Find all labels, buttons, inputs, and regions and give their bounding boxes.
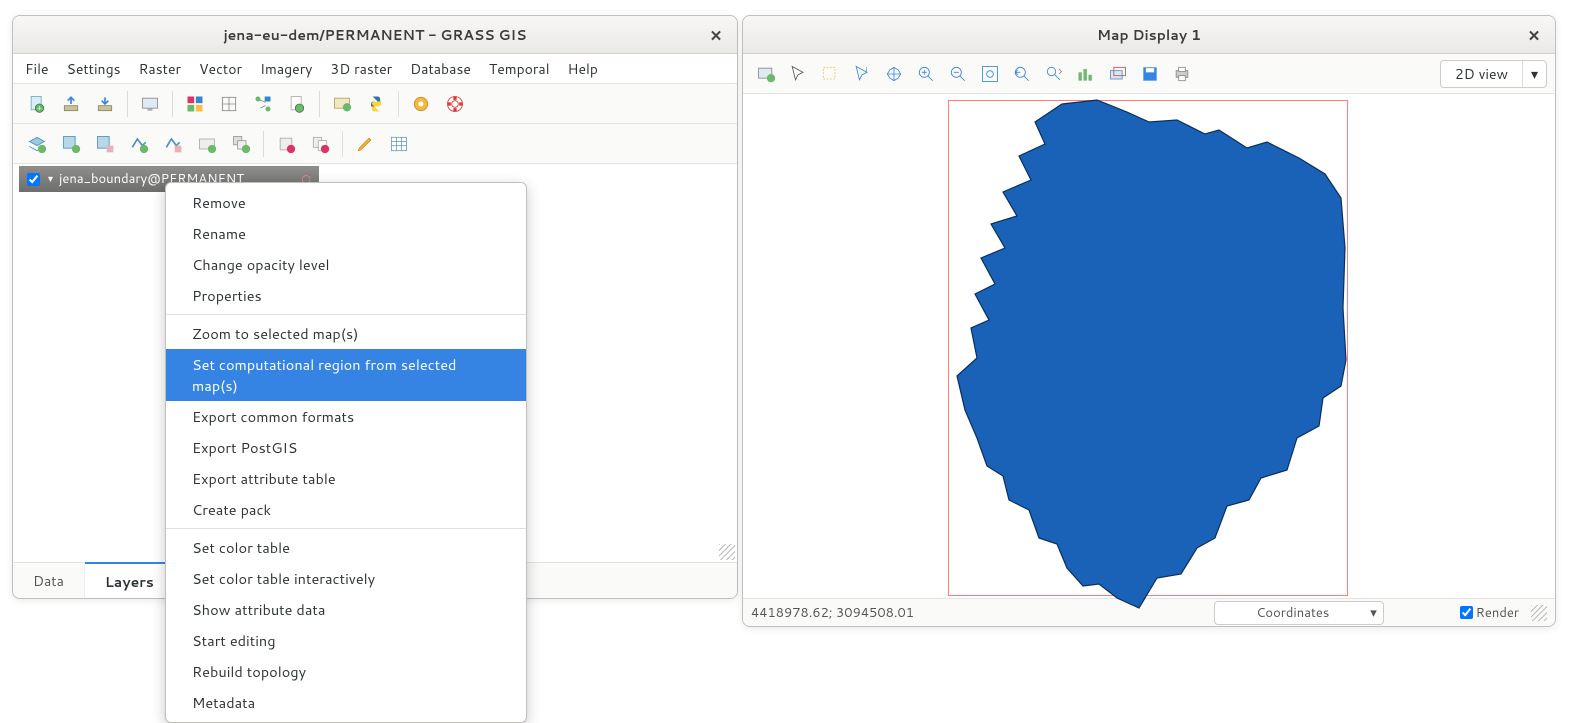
ctx-color-table[interactable]: Set color table [166,532,526,563]
main-titlebar: jena-eu-dem/PERMANENT - GRASS GIS ✕ [13,16,737,54]
python-icon[interactable] [360,88,392,120]
display-icon[interactable] [134,88,166,120]
ctx-show-attr[interactable]: Show attribute data [166,594,526,625]
add-raster-icon[interactable] [55,128,87,160]
ctx-remove[interactable]: Remove [166,187,526,218]
add-vector-icon[interactable] [123,128,155,160]
ctx-rebuild-topology[interactable]: Rebuild topology [166,656,526,687]
map-titlebar: Map Display 1 ✕ [743,16,1555,54]
main-toolbar-1: + [13,84,737,124]
render-toggle[interactable]: Render [1460,604,1519,622]
pan-icon[interactable] [879,59,909,89]
menu-settings[interactable]: Settings [67,59,121,79]
add-vector-misc-icon[interactable] [157,128,189,160]
add-raster-misc-icon[interactable] [89,128,121,160]
ctx-metadata[interactable]: Metadata [166,687,526,718]
remove-layer-icon[interactable] [270,128,302,160]
ctx-create-pack[interactable]: Create pack [166,494,526,525]
zoom-out-icon[interactable] [943,59,973,89]
save-display-icon[interactable] [1135,59,1165,89]
menu-vector[interactable]: Vector [199,59,242,79]
vector-polygon-jena [947,98,1351,618]
overlay-icon[interactable] [1103,59,1133,89]
new-file-icon[interactable]: + [21,88,53,120]
add-group-icon[interactable] [225,128,257,160]
raster-calc-icon[interactable] [213,88,245,120]
view-mode-label: 2D view [1441,64,1522,84]
print-icon[interactable] [1167,59,1197,89]
zoom-in-icon[interactable] [911,59,941,89]
map-canvas[interactable] [743,94,1555,598]
layer-context-menu: Remove Rename Change opacity level Prope… [165,182,527,723]
render-map-icon[interactable] [751,59,781,89]
zoom-menu-icon[interactable] [1039,59,1069,89]
modeler-icon[interactable] [247,88,279,120]
ctx-zoom-selected[interactable]: Zoom to selected map(s) [166,318,526,349]
chevron-down-icon[interactable]: ▾ [1522,61,1546,87]
menu-imagery[interactable]: Imagery [260,59,312,79]
ctx-opacity[interactable]: Change opacity level [166,249,526,280]
main-toolbar-2 [13,124,737,164]
open-icon[interactable] [55,88,87,120]
menu-temporal[interactable]: Temporal [489,59,550,79]
close-icon[interactable]: ✕ [705,24,727,46]
menu-database[interactable]: Database [410,59,471,79]
help-icon[interactable] [439,88,471,120]
add-overlay-icon[interactable] [191,128,223,160]
main-window-title: jena-eu-dem/PERMANENT - GRASS GIS [223,25,526,45]
menu-raster[interactable]: Raster [139,59,181,79]
workspace-icon[interactable] [179,88,211,120]
ctx-export-common[interactable]: Export common formats [166,401,526,432]
ctx-color-interactive[interactable]: Set color table interactively [166,563,526,594]
duplicate-layer-icon[interactable] [304,128,336,160]
ctx-start-editing[interactable]: Start editing [166,625,526,656]
render-checkbox[interactable] [1460,606,1473,619]
settings-gear-icon[interactable] [405,88,437,120]
status-mode-selector[interactable]: Coordinates [1214,601,1384,625]
ctx-export-postgis[interactable]: Export PostGIS [166,432,526,463]
tab-data[interactable]: Data [13,563,85,599]
script-icon[interactable] [281,88,313,120]
coordinates-readout: 4418978.62; 3094508.01 [751,604,914,622]
ctx-set-region[interactable]: Set computational region from selected m… [166,349,526,401]
zoom-last-icon[interactable] [1007,59,1037,89]
add-layers-icon[interactable] [21,128,53,160]
ctx-properties[interactable]: Properties [166,280,526,311]
menu-3d-raster[interactable]: 3D raster [330,59,392,79]
layer-visibility-checkbox[interactable] [27,173,40,186]
zoom-extent-icon[interactable] [975,59,1005,89]
map-window-title: Map Display 1 [1097,25,1201,45]
svg-text:i: i [865,64,867,75]
map-toolbar: i 2D view ▾ [743,54,1555,94]
view-mode-selector[interactable]: 2D view ▾ [1440,60,1547,88]
analyze-icon[interactable] [1071,59,1101,89]
ctx-export-attr[interactable]: Export attribute table [166,463,526,494]
ctx-rename[interactable]: Rename [166,218,526,249]
save-icon[interactable] [89,88,121,120]
resize-grip-icon[interactable] [719,544,735,560]
ctx-divider [166,314,526,315]
menu-file[interactable]: File [25,59,49,79]
pointer-icon[interactable] [783,59,813,89]
menu-help[interactable]: Help [568,59,598,79]
query-icon[interactable]: i [847,59,877,89]
map-display-window: Map Display 1 ✕ i 2D view ▾ 4418978.62; … [742,15,1556,627]
tab-layers[interactable]: Layers [85,561,175,599]
select-icon[interactable] [815,59,845,89]
ctx-divider [166,528,526,529]
edit-icon[interactable] [349,128,381,160]
table-icon[interactable] [383,128,415,160]
render-label: Render [1476,604,1519,622]
resize-grip-icon[interactable] [1531,605,1547,621]
svg-text:+: + [37,104,42,113]
menubar: File Settings Raster Vector Imagery 3D r… [13,54,737,84]
cartographic-icon[interactable] [326,88,358,120]
close-icon[interactable]: ✕ [1523,24,1545,46]
layer-collapse-icon[interactable]: ▾ [48,172,53,186]
